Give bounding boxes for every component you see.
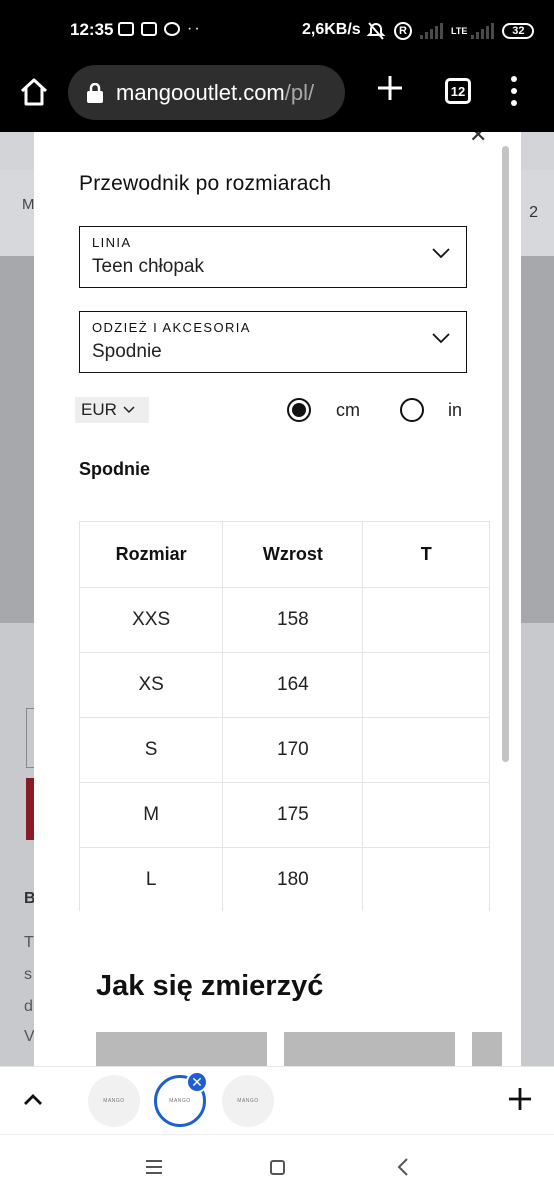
close-tab-icon[interactable]: ✕ xyxy=(186,1071,208,1093)
table-cell xyxy=(362,782,490,848)
chevron-down-icon xyxy=(123,406,135,414)
unit-cm-radio[interactable] xyxy=(287,398,311,422)
tab-thumbnail[interactable]: MANGO xyxy=(222,1075,274,1127)
tab-switcher-button[interactable]: 12 xyxy=(445,78,471,104)
tab-thumbnail[interactable]: MANGO xyxy=(88,1075,140,1127)
column-header-height: Wzrost xyxy=(222,521,364,588)
close-icon[interactable]: ✕ xyxy=(469,132,487,146)
column-header-third: T xyxy=(362,521,490,588)
section-title: Spodnie xyxy=(79,459,150,479)
line-dropdown-label: LINIA xyxy=(92,235,132,250)
unit-cm-label: cm xyxy=(336,400,360,420)
tab-strip: MANGO MANGO ✕ MANGO xyxy=(0,1066,554,1134)
table-cell xyxy=(362,717,490,783)
network-type: LTE xyxy=(451,25,468,36)
modal-scrollbar[interactable] xyxy=(502,146,509,762)
url-path: /pl/ xyxy=(284,79,315,105)
more-notifications-icon: ·· xyxy=(187,20,202,37)
size-guide-modal: ✕ Przewodnik po rozmiarach LINIA Teen ch… xyxy=(34,132,521,1066)
battery-icon: 32 xyxy=(502,23,535,39)
table-cell: 158 xyxy=(222,587,364,653)
network-speed: 2,6KB/s xyxy=(302,21,361,38)
lock-icon xyxy=(87,82,103,103)
table-row: S 170 xyxy=(79,717,490,783)
chevron-down-icon xyxy=(432,248,450,259)
incognito-icon xyxy=(141,22,157,36)
overflow-menu-icon[interactable] xyxy=(508,76,520,106)
table-cell: M xyxy=(79,782,224,848)
size-table-container[interactable]: Rozmiar Wzrost T XXS 158 XS 164 S 170 M … xyxy=(79,521,490,911)
table-cell xyxy=(362,652,490,718)
add-tab-icon[interactable] xyxy=(506,1085,534,1113)
notification-icon xyxy=(118,22,134,36)
clock: 12:35 xyxy=(70,20,114,39)
browser-toolbar: mangooutlet.com/pl/ 12 xyxy=(0,62,554,132)
table-cell: 164 xyxy=(222,652,364,718)
category-dropdown[interactable]: ODZIEŻ I AKCESORIA Spodnie xyxy=(79,311,467,373)
unit-in-radio[interactable] xyxy=(400,398,424,422)
viber-icon xyxy=(164,22,180,36)
line-dropdown-value: Teen chłopak xyxy=(92,256,204,277)
system-nav-bar xyxy=(0,1134,554,1200)
measure-title: Jak się zmierzyć xyxy=(96,970,324,1002)
recents-icon[interactable] xyxy=(146,1160,162,1174)
currency-value: EUR xyxy=(81,400,117,419)
table-row: L 180 xyxy=(79,847,490,911)
table-cell: 175 xyxy=(222,782,364,848)
roaming-icon: R xyxy=(394,22,412,40)
back-icon[interactable] xyxy=(396,1157,410,1177)
url-host: mangooutlet.com xyxy=(116,79,285,105)
table-cell: S xyxy=(79,717,224,783)
address-bar[interactable]: mangooutlet.com/pl/ xyxy=(68,65,345,120)
background-cart-count: 2 xyxy=(529,204,538,221)
table-cell: 180 xyxy=(222,847,364,911)
status-bar: 12:35 ·· 2,6KB/s R LTE 32 xyxy=(0,0,554,62)
measure-image xyxy=(472,1032,502,1066)
measure-image xyxy=(96,1032,267,1066)
currency-select[interactable]: EUR xyxy=(75,397,149,423)
background-menu-label: M xyxy=(22,196,35,213)
table-header-row: Rozmiar Wzrost T xyxy=(79,521,490,588)
table-cell: XS xyxy=(79,652,224,718)
table-cell xyxy=(362,587,490,653)
table-cell xyxy=(362,847,490,911)
unit-in-label: in xyxy=(448,400,463,420)
chevron-down-icon xyxy=(432,333,450,344)
table-row: M 175 xyxy=(79,782,490,848)
mute-icon xyxy=(366,22,386,40)
table-cell: L xyxy=(79,847,224,911)
line-dropdown[interactable]: LINIA Teen chłopak xyxy=(79,226,467,288)
table-cell: XXS xyxy=(79,587,224,653)
new-tab-icon[interactable] xyxy=(376,74,404,102)
size-table: Rozmiar Wzrost T XXS 158 XS 164 S 170 M … xyxy=(79,521,490,911)
signal-icon-2 xyxy=(471,23,495,39)
modal-title: Przewodnik po rozmiarach xyxy=(79,172,332,195)
table-row: XXS 158 xyxy=(79,587,490,653)
signal-icon xyxy=(420,23,443,39)
measure-image xyxy=(284,1032,455,1066)
home-icon[interactable] xyxy=(18,76,50,108)
category-dropdown-value: Spodnie xyxy=(92,341,162,362)
table-cell: 170 xyxy=(222,717,364,783)
chevron-up-icon[interactable] xyxy=(22,1091,44,1107)
column-header-size: Rozmiar xyxy=(79,521,224,588)
category-dropdown-label: ODZIEŻ I AKCESORIA xyxy=(92,320,251,335)
home-nav-icon[interactable] xyxy=(270,1160,285,1175)
table-row: XS 164 xyxy=(79,652,490,718)
